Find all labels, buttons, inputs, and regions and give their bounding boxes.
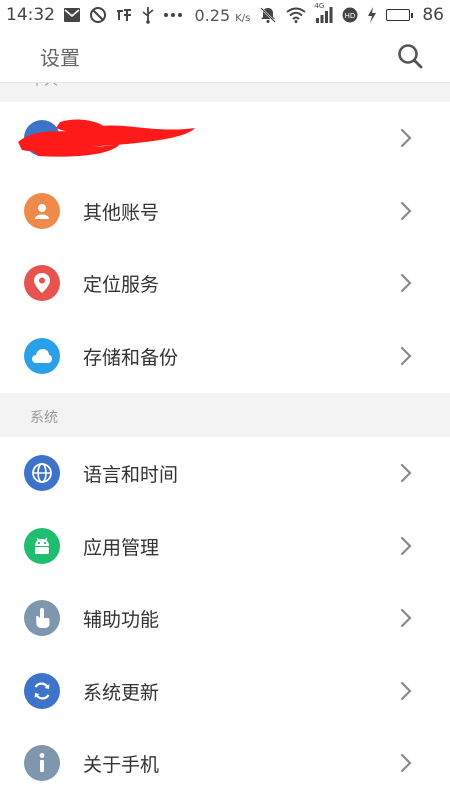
status-time: 14:32 <box>6 5 55 25</box>
chevron-right-icon <box>400 273 412 293</box>
settings-item-label: 应用管理 <box>83 537 160 559</box>
info-icon <box>24 745 60 781</box>
chevron-right-icon <box>400 346 412 366</box>
cellular-signal-icon: 4G <box>314 2 333 23</box>
location-pin-icon <box>24 265 60 301</box>
section-title-personal: 个人 <box>30 82 58 90</box>
hand-icon <box>24 600 60 636</box>
settings-item-about-phone[interactable]: 关于手机 <box>0 727 450 799</box>
settings-item-accessibility[interactable]: 辅助功能 <box>0 582 450 654</box>
settings-item-location[interactable]: 定位服务 <box>0 247 450 319</box>
settings-item-label: 存储和备份 <box>83 347 179 369</box>
more-dots-icon <box>163 12 183 18</box>
chevron-right-icon <box>400 681 412 701</box>
account-profile-row[interactable] <box>0 102 450 174</box>
wifi-icon <box>286 7 306 23</box>
redaction-scribble <box>18 119 195 157</box>
settings-item-label: 定位服务 <box>83 274 160 296</box>
section-title-system: 系统 <box>30 410 58 426</box>
page-title: 设置 <box>40 46 80 70</box>
chevron-right-icon <box>400 536 412 556</box>
chevron-right-icon <box>400 463 412 483</box>
mail-icon <box>63 7 81 23</box>
speed-unit: K/s <box>235 12 251 24</box>
chevron-right-icon <box>400 608 412 628</box>
chevron-right-icon <box>400 201 412 221</box>
muted-bell-icon <box>259 6 277 24</box>
android-icon <box>24 528 60 564</box>
section-header-personal: 个人 <box>0 82 450 102</box>
taobao-icon <box>115 7 133 23</box>
settings-list[interactable]: 个人 其他账号 定位服务 存储和备份 系统 <box>0 82 450 800</box>
svg-text:HD: HD <box>345 12 356 20</box>
settings-item-app-management[interactable]: 应用管理 <box>0 510 450 582</box>
section-header-system: 系统 <box>0 393 450 437</box>
settings-item-storage-backup[interactable]: 存储和备份 <box>0 320 450 392</box>
settings-item-label: 其他账号 <box>83 202 160 224</box>
settings-item-other-accounts[interactable]: 其他账号 <box>0 175 450 247</box>
status-bar: 14:32 0.25 K/s 4G HD 86 <box>0 0 450 30</box>
chevron-right-icon <box>400 753 412 773</box>
app-header: 设置 <box>0 30 450 83</box>
chevron-right-icon <box>400 128 412 148</box>
settings-item-label: 系统更新 <box>83 682 160 704</box>
network-type-label: 4G <box>314 2 325 10</box>
settings-item-system-update[interactable]: 系统更新 <box>0 655 450 727</box>
cloud-icon <box>24 338 60 374</box>
hd-icon: HD <box>342 7 358 23</box>
search-icon <box>398 44 423 69</box>
speed-value: 0.25 <box>194 5 231 25</box>
battery-level: 86 <box>422 5 444 25</box>
charging-icon <box>367 7 377 23</box>
blocked-icon <box>89 6 107 24</box>
battery-icon <box>386 9 414 21</box>
settings-item-label: 辅助功能 <box>83 609 160 631</box>
network-speed: 0.25 K/s <box>195 6 251 25</box>
settings-item-language-time[interactable]: 语言和时间 <box>0 437 450 509</box>
globe-icon <box>24 455 60 491</box>
person-icon <box>24 193 60 229</box>
settings-item-label: 语言和时间 <box>83 464 179 486</box>
settings-item-label: 关于手机 <box>83 754 160 776</box>
usb-icon <box>141 6 155 24</box>
search-button[interactable] <box>396 42 424 70</box>
refresh-icon <box>24 673 60 709</box>
